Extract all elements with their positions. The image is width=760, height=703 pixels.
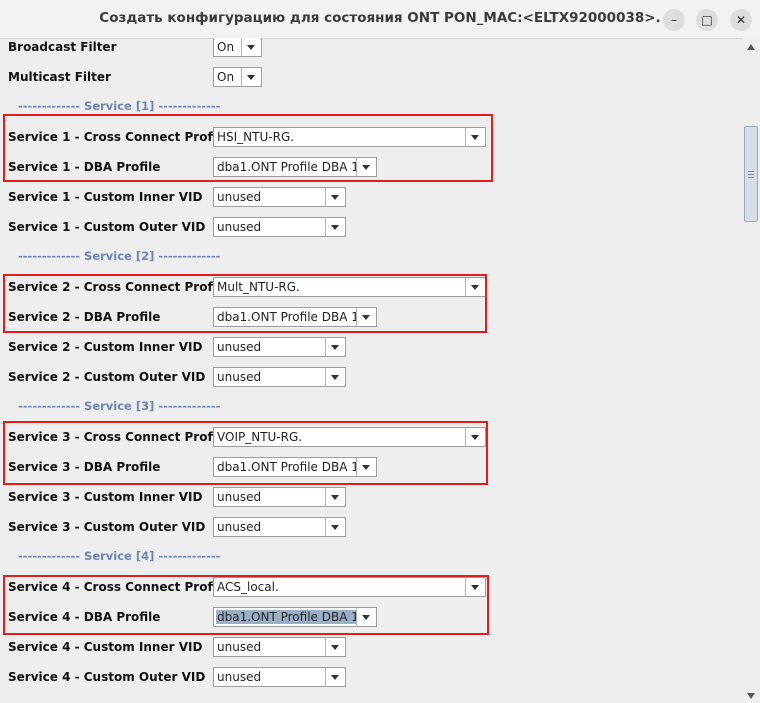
title-bar: Создать конфигурацию для состояния ONT P…	[0, 0, 760, 39]
separator-label: ------------- Service [4] -------------	[18, 549, 221, 563]
chevron-down-icon[interactable]	[325, 488, 345, 506]
multicast-filter-row: Multicast Filter On	[0, 63, 742, 93]
service-3-outer-vid-row: Service 3 - Custom Outer VID unused	[0, 513, 742, 543]
scroll-down-arrow-icon[interactable]	[747, 693, 755, 699]
service-3-outer-vid-label: Service 3 - Custom Outer VID	[8, 520, 206, 534]
service-3-inner-vid-value: unused	[217, 490, 262, 504]
grip-line	[748, 177, 754, 178]
highlight-service-2	[3, 274, 487, 333]
service-4-outer-vid-row: Service 4 - Custom Outer VID unused	[0, 663, 742, 693]
vertical-scrollbar[interactable]	[742, 38, 760, 703]
service-1-outer-vid-label: Service 1 - Custom Outer VID	[8, 220, 206, 234]
service-1-outer-vid-value: unused	[217, 220, 262, 234]
service-4-inner-vid-value: unused	[217, 640, 262, 654]
service-4-inner-vid-select[interactable]: unused	[213, 637, 346, 657]
service-4-separator: ------------- Service [4] -------------	[0, 543, 742, 573]
separator-label: ------------- Service [1] -------------	[18, 99, 221, 113]
service-3-separator: ------------- Service [3] -------------	[0, 393, 742, 423]
service-2-separator: ------------- Service [2] -------------	[0, 243, 742, 273]
multicast-filter-value: On	[217, 70, 235, 84]
chevron-down-icon[interactable]	[325, 518, 345, 536]
service-1-inner-vid-select[interactable]: unused	[213, 187, 346, 207]
service-4-inner-vid-row: Service 4 - Custom Inner VID unused	[0, 633, 742, 663]
chevron-down-icon[interactable]	[325, 638, 345, 656]
maximize-button[interactable]: □	[696, 9, 718, 31]
separator-label: ------------- Service [3] -------------	[18, 399, 221, 413]
highlight-service-3	[3, 421, 488, 485]
grip-line	[748, 171, 754, 172]
grip-line	[748, 174, 754, 175]
service-2-inner-vid-label: Service 2 - Custom Inner VID	[8, 340, 203, 354]
service-4-outer-vid-value: unused	[217, 670, 262, 684]
broadcast-filter-value: On	[217, 40, 235, 54]
separator-label: ------------- Service [2] -------------	[18, 249, 221, 263]
chevron-down-icon[interactable]	[325, 188, 345, 206]
window-title: Создать конфигурацию для состояния ONT P…	[99, 10, 661, 26]
service-2-inner-vid-select[interactable]: unused	[213, 337, 346, 357]
service-2-outer-vid-select[interactable]: unused	[213, 367, 346, 387]
chevron-down-icon[interactable]	[325, 338, 345, 356]
service-1-outer-vid-row: Service 1 - Custom Outer VID unused	[0, 213, 742, 243]
multicast-filter-select[interactable]: On	[213, 67, 262, 87]
broadcast-filter-select[interactable]: On	[213, 38, 262, 57]
scroll-up-arrow-icon[interactable]	[747, 44, 755, 50]
service-4-outer-vid-select[interactable]: unused	[213, 667, 346, 687]
service-2-outer-vid-value: unused	[217, 370, 262, 384]
service-1-outer-vid-select[interactable]: unused	[213, 217, 346, 237]
minimize-button[interactable]: –	[663, 9, 685, 31]
broadcast-filter-label: Broadcast Filter	[8, 40, 117, 54]
highlight-service-1	[3, 114, 493, 182]
service-3-inner-vid-label: Service 3 - Custom Inner VID	[8, 490, 203, 504]
service-1-inner-vid-label: Service 1 - Custom Inner VID	[8, 190, 203, 204]
service-3-outer-vid-select[interactable]: unused	[213, 517, 346, 537]
service-2-inner-vid-row: Service 2 - Custom Inner VID unused	[0, 333, 742, 363]
highlight-service-4	[3, 575, 489, 635]
service-3-outer-vid-value: unused	[217, 520, 262, 534]
form-panel: Broadcast Filter On Multicast Filter On …	[0, 38, 742, 703]
service-2-outer-vid-row: Service 2 - Custom Outer VID unused	[0, 363, 742, 393]
scroll-thumb[interactable]	[744, 126, 758, 222]
service-2-outer-vid-label: Service 2 - Custom Outer VID	[8, 370, 206, 384]
chevron-down-icon[interactable]	[325, 668, 345, 686]
service-4-outer-vid-label: Service 4 - Custom Outer VID	[8, 670, 206, 684]
multicast-filter-label: Multicast Filter	[8, 70, 111, 84]
chevron-down-icon[interactable]	[325, 218, 345, 236]
service-1-inner-vid-row: Service 1 - Custom Inner VID unused	[0, 183, 742, 213]
service-3-inner-vid-select[interactable]: unused	[213, 487, 346, 507]
service-4-inner-vid-label: Service 4 - Custom Inner VID	[8, 640, 203, 654]
chevron-down-icon[interactable]	[241, 68, 261, 86]
service-3-inner-vid-row: Service 3 - Custom Inner VID unused	[0, 483, 742, 513]
close-button[interactable]: ✕	[730, 9, 752, 31]
broadcast-filter-row: Broadcast Filter On	[0, 38, 742, 63]
chevron-down-icon[interactable]	[325, 368, 345, 386]
chevron-down-icon[interactable]	[241, 38, 261, 56]
service-2-inner-vid-value: unused	[217, 340, 262, 354]
service-1-inner-vid-value: unused	[217, 190, 262, 204]
